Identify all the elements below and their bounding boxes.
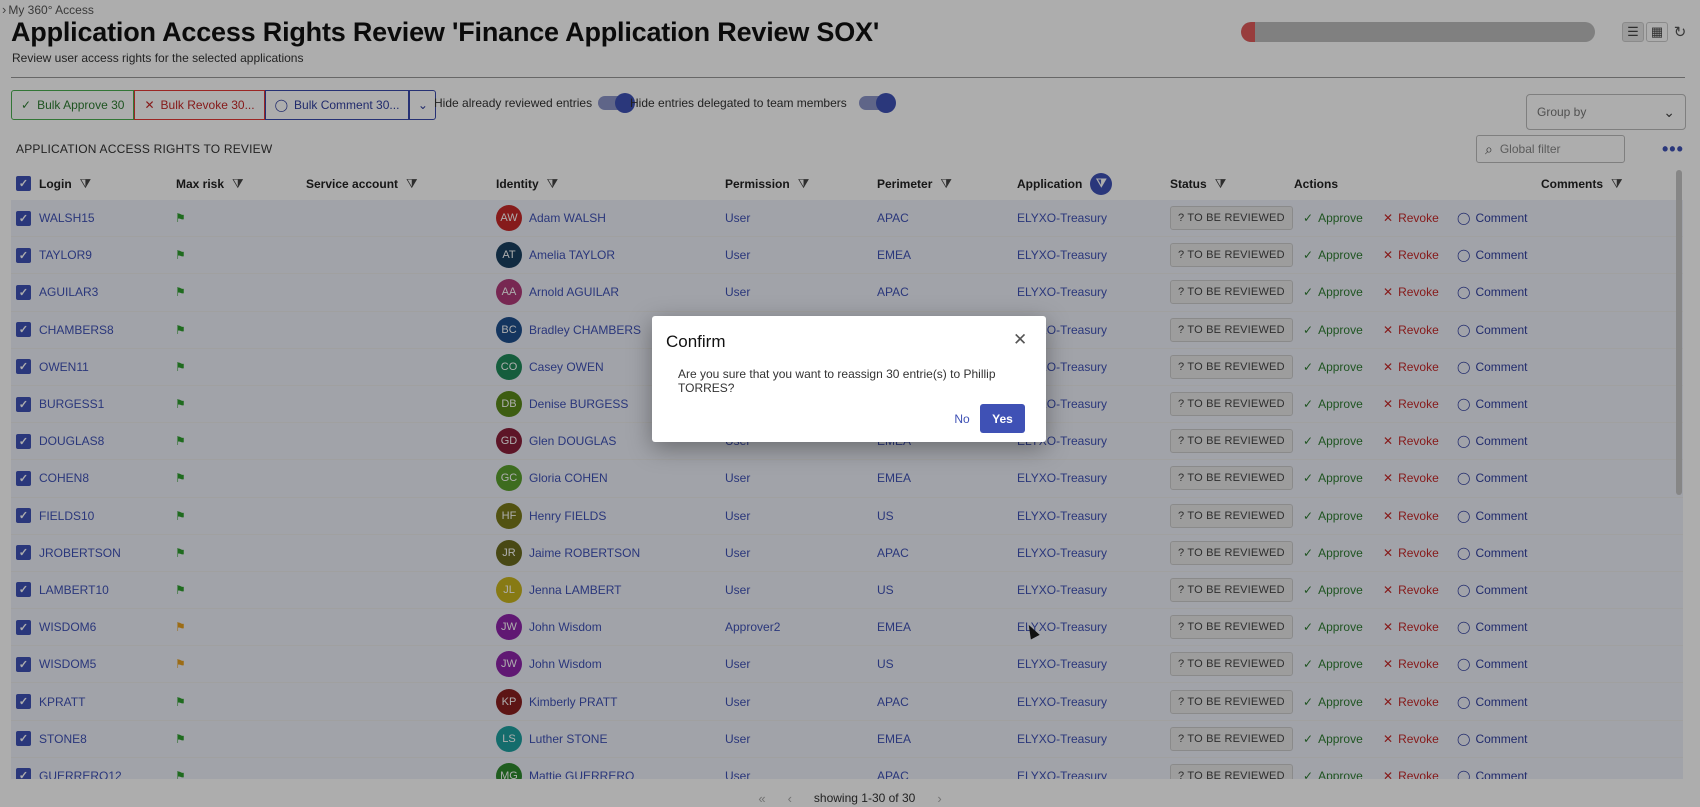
app-root: › My 360° Access Application Access Righ… [0,0,1700,807]
confirm-dialog: Confirm ✕ Are you sure that you want to … [652,316,1046,442]
dialog-title: Confirm [666,332,726,351]
no-button[interactable]: No [944,406,980,432]
yes-button[interactable]: Yes [980,404,1025,433]
dialog-message: Are you sure that you want to reassign 3… [678,367,996,395]
close-icon[interactable]: ✕ [1013,330,1027,350]
